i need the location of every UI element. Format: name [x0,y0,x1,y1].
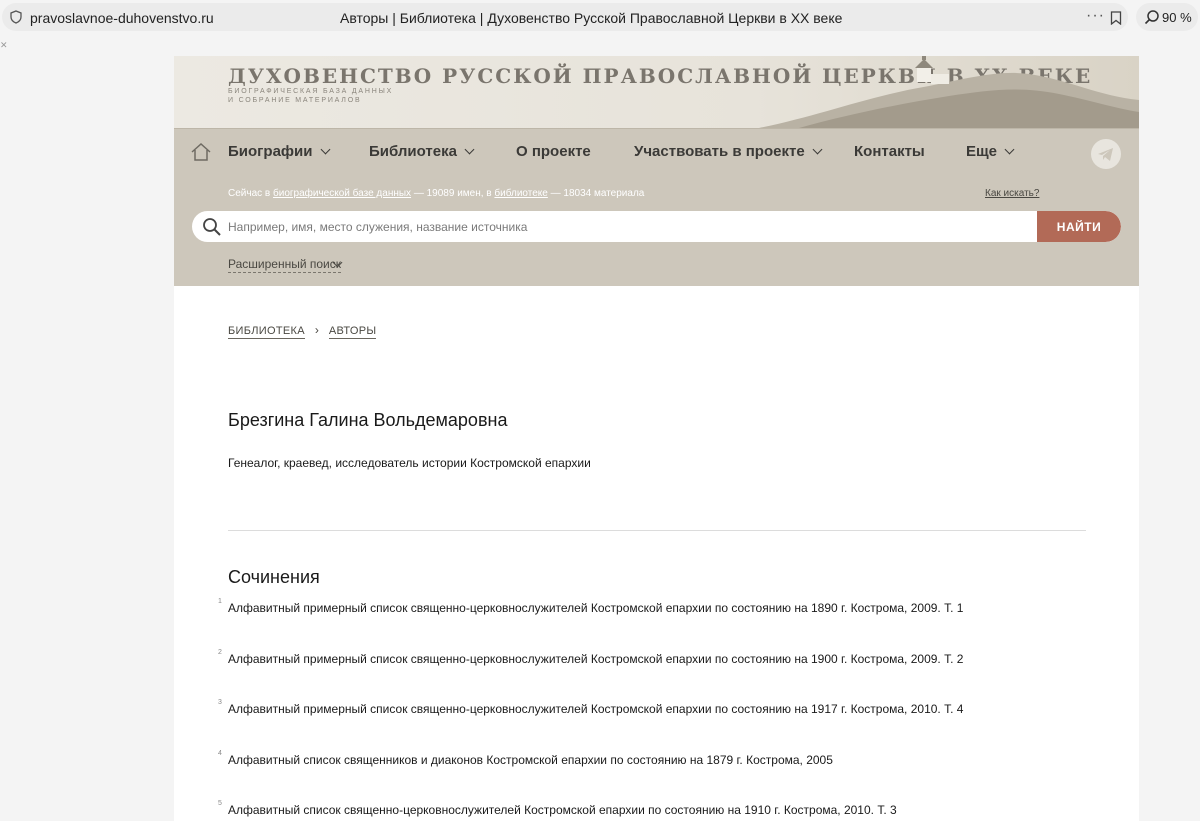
url-text[interactable]: pravoslavnoe-duhovenstvo.ru [30,10,214,26]
works-heading: Сочинения [228,567,320,587]
search-icon [203,218,221,236]
nav-label: Библиотека [369,143,457,160]
breadcrumb-separator-icon: › [314,323,319,337]
chevron-down-icon [812,144,823,155]
chevron-down-icon [464,144,475,155]
subtitle-line-2: И СОБРАНИЕ МАТЕРИАЛОВ [228,97,362,104]
work-number: 1 [218,598,222,605]
stats-mid: — 19089 имен, в [413,188,492,199]
nav-item-more[interactable]: Еще [966,143,1015,160]
bookmark-icon[interactable] [1110,11,1122,25]
browser-toolbar: pravoslavnoe-duhovenstvo.ru Авторы | Биб… [0,0,1200,34]
page-title-text: Авторы | Библиотека | Духовенство Русско… [340,10,843,26]
main-navigation: Биографии Библиотека О проекте Участвова… [174,128,1139,175]
work-link[interactable]: Алфавитный список священно-церковнослужи… [228,803,897,817]
author-description: Генеалог, краевед, исследователь истории… [228,456,591,470]
stats-prefix: Сейчас в [228,188,271,199]
zoom-button[interactable]: 90 % [1136,3,1198,31]
search-section: Сейчас в биографической базе данных — 19… [174,175,1139,286]
chevron-down-icon [1004,144,1015,155]
work-item[interactable]: 2 Алфавитный примерный список священно-це… [218,649,963,666]
work-item[interactable]: 5 Алфавитный список священно-церковнослуж… [218,800,897,817]
work-number: 5 [218,800,222,807]
work-number: 3 [218,699,222,706]
site-logo-subtitle: БИОГРАФИЧЕСКАЯ БАЗА ДАННЫХ И СОБРАНИЕ МА… [228,87,393,105]
nav-label: Еще [966,143,998,160]
how-to-search-link[interactable]: Как искать? [985,188,1039,199]
work-item[interactable]: 3 Алфавитный примерный список священно-це… [218,699,963,716]
advanced-search-toggle[interactable]: Расширенный поиск [228,257,341,273]
close-icon[interactable]: ✕ [0,40,8,51]
nav-label: О проекте [516,143,591,160]
address-bar[interactable]: pravoslavnoe-duhovenstvo.ru Авторы | Биб… [2,3,1128,31]
nav-label: Участвовать в проекте [634,143,805,160]
breadcrumb-authors[interactable]: АВТОРЫ [328,325,377,339]
site-page: ДУХОВЕНСТВО РУССКОЙ ПРАВОСЛАВНОЙ ЦЕРКВИ … [174,56,1139,821]
telegram-icon [1098,148,1113,161]
site-stats: Сейчас в биографической базе данных — 19… [228,188,644,199]
library-link[interactable]: библиотеке [494,188,547,199]
search-box: НАЙТИ [192,211,1121,242]
nav-label: Биографии [228,143,313,160]
search-input[interactable] [228,211,1028,242]
search-button[interactable]: НАЙТИ [1037,211,1121,242]
nav-item-library[interactable]: Библиотека [369,143,475,160]
landscape-illustration [759,56,1139,128]
zoom-level: 90 % [1162,10,1192,25]
nav-item-about[interactable]: О проекте [516,143,591,160]
nav-item-biographies[interactable]: Биографии [228,143,330,160]
author-name-heading: Брезгина Галина Вольдемаровна [228,410,508,430]
zoom-icon [1144,10,1159,25]
telegram-button[interactable] [1091,139,1121,169]
site-header-banner: ДУХОВЕНСТВО РУССКОЙ ПРАВОСЛАВНОЙ ЦЕРКВИ … [174,56,1139,128]
work-number: 4 [218,750,222,757]
more-icon[interactable]: ··· [1086,7,1105,25]
shield-icon[interactable] [10,10,22,24]
section-divider [228,530,1086,531]
work-link[interactable]: Алфавитный примерный список священно-цер… [228,652,963,666]
work-link[interactable]: Алфавитный примерный список священно-цер… [228,601,963,615]
chevron-down-icon [320,144,330,155]
work-number: 2 [218,649,222,656]
work-link[interactable]: Алфавитный примерный список священно-цер… [228,702,963,716]
breadcrumb: БИБЛИОТЕКА › АВТОРЫ [228,323,377,339]
work-item[interactable]: 1 Алфавитный примерный список священно-це… [218,598,963,615]
nav-item-contacts[interactable]: Контакты [854,143,925,160]
biographical-db-link[interactable]: биографической базе данных [273,188,411,199]
subtitle-line-1: БИОГРАФИЧЕСКАЯ БАЗА ДАННЫХ [228,88,394,95]
breadcrumb-library[interactable]: БИБЛИОТЕКА [228,325,305,339]
nav-item-participate[interactable]: Участвовать в проекте [634,143,823,160]
work-link[interactable]: Алфавитный список священников и диаконов… [228,753,833,767]
stats-suffix: — 18034 материала [550,188,645,199]
nav-label: Контакты [854,143,925,160]
work-item[interactable]: 4 Алфавитный список священников и диаконо… [218,750,833,767]
home-icon[interactable] [190,142,212,162]
